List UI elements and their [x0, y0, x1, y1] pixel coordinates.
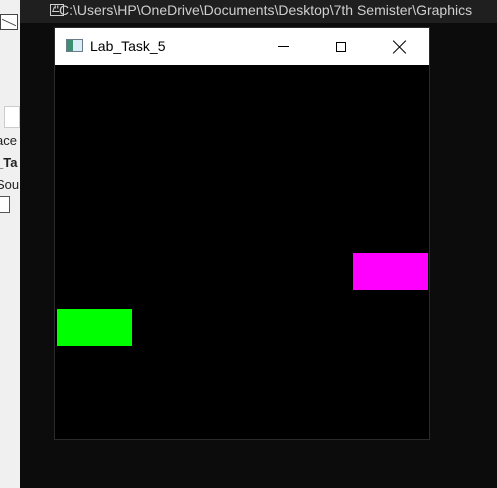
- ide-text-line: ace: [0, 133, 17, 148]
- ide-window-edge: ace _Ta Sou: [0, 0, 20, 488]
- app-icon: [66, 39, 83, 52]
- app-title: Lab_Task_5: [90, 38, 166, 54]
- minimize-button[interactable]: [254, 28, 312, 65]
- ide-tab[interactable]: [4, 106, 20, 128]
- maximize-icon: [336, 41, 346, 52]
- drawing-canvas[interactable]: [56, 65, 429, 439]
- magenta-rectangle: [353, 253, 428, 290]
- ide-text-line: _Ta: [0, 155, 18, 170]
- green-rectangle: [57, 309, 132, 346]
- minimize-icon: [277, 46, 289, 47]
- app-window: Lab_Task_5: [54, 27, 430, 440]
- console-title: "C:\Users\HP\OneDrive\Documents\Desktop\…: [54, 2, 473, 18]
- close-icon: [393, 40, 407, 54]
- ide-text-line: Sou: [0, 177, 20, 192]
- maximize-button[interactable]: [312, 28, 370, 65]
- document-icon: [0, 196, 10, 213]
- mail-icon: [0, 14, 18, 30]
- close-button[interactable]: [371, 28, 429, 65]
- app-titlebar[interactable]: Lab_Task_5: [55, 28, 429, 65]
